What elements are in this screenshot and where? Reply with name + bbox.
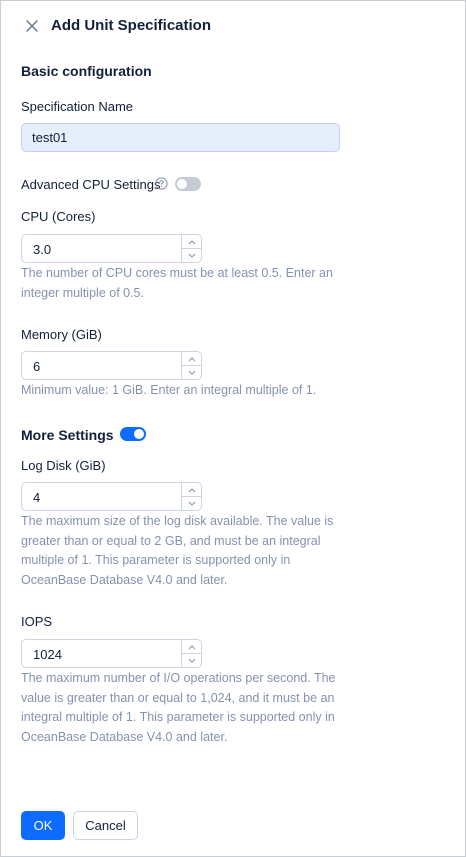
spec-name-input[interactable] xyxy=(21,123,340,152)
increment-button[interactable] xyxy=(182,352,201,365)
memory-input[interactable]: 6 xyxy=(21,351,202,380)
cpu-help-text: The number of CPU cores must be at least… xyxy=(21,266,333,300)
increment-button[interactable] xyxy=(182,235,201,248)
log-disk-value: 4 xyxy=(33,490,41,505)
chevron-down-icon xyxy=(188,253,195,258)
cancel-button[interactable]: Cancel xyxy=(73,811,138,840)
decrement-button[interactable] xyxy=(182,248,201,262)
panel-title: Add Unit Specification xyxy=(51,17,212,34)
chevron-up-icon xyxy=(188,356,195,361)
cpu-value: 3.0 xyxy=(33,242,52,257)
increment-button[interactable] xyxy=(182,640,201,653)
ok-button[interactable]: OK xyxy=(21,811,65,840)
log-disk-stepper xyxy=(181,483,201,510)
help-circle-icon[interactable] xyxy=(155,177,168,190)
chevron-down-icon xyxy=(188,370,195,375)
cpu-input[interactable]: 3.0 xyxy=(21,234,202,263)
memory-label: Memory (GiB) xyxy=(21,327,102,342)
basic-config-title: Basic configuration xyxy=(21,63,152,79)
log-disk-input[interactable]: 4 xyxy=(21,482,202,511)
toggle-knob xyxy=(134,429,144,439)
panel-header: Add Unit Specification xyxy=(1,1,465,51)
decrement-button[interactable] xyxy=(182,496,201,510)
toggle-knob xyxy=(177,179,187,189)
log-disk-help-text: The maximum size of the log disk availab… xyxy=(21,514,334,587)
more-settings-title: More Settings xyxy=(21,427,114,443)
chevron-down-icon xyxy=(188,658,195,663)
advanced-cpu-label: Advanced CPU Settings xyxy=(21,177,161,192)
increment-button[interactable] xyxy=(182,483,201,496)
chevron-up-icon xyxy=(188,487,195,492)
iops-value: 1024 xyxy=(33,647,62,662)
iops-stepper xyxy=(181,640,201,667)
close-icon[interactable] xyxy=(23,17,41,35)
log-disk-label: Log Disk (GiB) xyxy=(21,458,106,473)
advanced-cpu-toggle[interactable] xyxy=(175,177,201,191)
memory-help-text: Minimum value: 1 GiB. Enter an integral … xyxy=(21,383,317,397)
decrement-button[interactable] xyxy=(182,653,201,667)
iops-help-text: The maximum number of I/O operations per… xyxy=(21,671,336,744)
memory-stepper xyxy=(181,352,201,379)
memory-value: 6 xyxy=(33,359,41,374)
cpu-stepper xyxy=(181,235,201,262)
cpu-label: CPU (Cores) xyxy=(21,209,96,224)
spec-name-label: Specification Name xyxy=(21,99,133,114)
chevron-up-icon xyxy=(188,644,195,649)
more-settings-toggle[interactable] xyxy=(120,427,146,441)
add-unit-spec-panel: Add Unit Specification Basic configurati… xyxy=(0,0,466,857)
chevron-down-icon xyxy=(188,501,195,506)
decrement-button[interactable] xyxy=(182,365,201,379)
iops-input[interactable]: 1024 xyxy=(21,639,202,668)
chevron-up-icon xyxy=(188,239,195,244)
iops-label: IOPS xyxy=(21,614,53,629)
